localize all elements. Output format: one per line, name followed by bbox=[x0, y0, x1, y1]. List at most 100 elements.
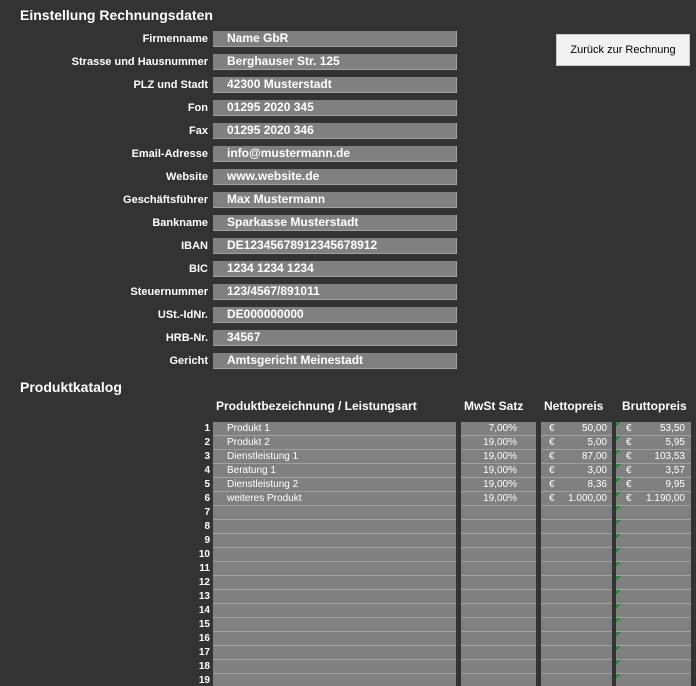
gross-price-cell[interactable] bbox=[616, 590, 691, 604]
product-name-cell[interactable] bbox=[213, 590, 456, 604]
product-name-cell[interactable] bbox=[213, 520, 456, 534]
field-value[interactable]: 01295 2020 345 bbox=[213, 100, 457, 116]
vat-rate-cell[interactable] bbox=[461, 520, 536, 534]
product-name-cell[interactable]: weiteres Produkt bbox=[213, 492, 456, 506]
gross-price-cell[interactable]: €103,53 bbox=[616, 450, 691, 464]
product-name-cell[interactable] bbox=[213, 576, 456, 590]
formula-warning-icon bbox=[616, 660, 621, 665]
settings-row: Website www.website.de bbox=[0, 168, 460, 186]
back-to-invoice-button[interactable]: Zurück zur Rechnung bbox=[556, 34, 690, 66]
vat-rate-cell[interactable]: 19,00% bbox=[461, 464, 536, 478]
vat-rate-cell[interactable] bbox=[461, 618, 536, 632]
product-name-cell[interactable]: Produkt 2 bbox=[213, 436, 456, 450]
net-price-cell[interactable]: €8,36 bbox=[541, 478, 612, 492]
vat-rate-cell[interactable]: 19,00% bbox=[461, 478, 536, 492]
net-price-cell[interactable]: €3,00 bbox=[541, 464, 612, 478]
net-price-cell[interactable]: €1.000,00 bbox=[541, 492, 612, 506]
vat-rate-cell[interactable] bbox=[461, 506, 536, 520]
product-name-cell[interactable]: Dienstleistung 2 bbox=[213, 478, 456, 492]
vat-rate-cell[interactable] bbox=[461, 590, 536, 604]
vat-rate-cell[interactable]: 19,00% bbox=[461, 492, 536, 506]
net-price-cell[interactable]: €87,00 bbox=[541, 450, 612, 464]
field-value[interactable]: info@mustermann.de bbox=[213, 146, 457, 162]
product-name-cell[interactable] bbox=[213, 674, 456, 686]
gross-price-cell[interactable] bbox=[616, 548, 691, 562]
net-price-cell[interactable] bbox=[541, 534, 612, 548]
gross-price-cell[interactable] bbox=[616, 618, 691, 632]
gross-amount: 1.190,00 bbox=[646, 493, 685, 504]
gross-price-cell[interactable] bbox=[616, 660, 691, 674]
field-value[interactable]: Berghauser Str. 125 bbox=[213, 54, 457, 70]
gross-price-cell[interactable]: €5,95 bbox=[616, 436, 691, 450]
gross-price-cell[interactable] bbox=[616, 646, 691, 660]
field-value[interactable]: www.website.de bbox=[213, 169, 457, 185]
field-value[interactable]: DE12345678912345678912 bbox=[213, 238, 457, 254]
product-name-cell[interactable] bbox=[213, 660, 456, 674]
product-name-cell[interactable] bbox=[213, 604, 456, 618]
net-price-cell[interactable]: €50,00 bbox=[541, 422, 612, 436]
product-name-cell[interactable] bbox=[213, 632, 456, 646]
field-value[interactable]: 1234 1234 1234 bbox=[213, 261, 457, 277]
vat-rate-cell[interactable] bbox=[461, 632, 536, 646]
net-price-cell[interactable] bbox=[541, 674, 612, 686]
gross-price-cell[interactable] bbox=[616, 632, 691, 646]
vat-rate-cell[interactable] bbox=[461, 646, 536, 660]
net-price-cell[interactable]: €5,00 bbox=[541, 436, 612, 450]
vat-rate-cell[interactable] bbox=[461, 534, 536, 548]
net-price-cell[interactable] bbox=[541, 562, 612, 576]
vat-rate-cell[interactable] bbox=[461, 548, 536, 562]
vat-rate-cell[interactable] bbox=[461, 674, 536, 686]
net-price-cell[interactable] bbox=[541, 604, 612, 618]
field-value[interactable]: 01295 2020 346 bbox=[213, 123, 457, 139]
net-price-cell[interactable] bbox=[541, 576, 612, 590]
gross-price-cell[interactable]: €9,95 bbox=[616, 478, 691, 492]
gross-price-cell[interactable] bbox=[616, 562, 691, 576]
gross-price-cell[interactable]: €3,57 bbox=[616, 464, 691, 478]
vat-rate-cell[interactable]: 7,00% bbox=[461, 422, 536, 436]
field-value[interactable]: Sparkasse Musterstadt bbox=[213, 215, 457, 231]
gross-price-cell[interactable] bbox=[616, 520, 691, 534]
product-name-cell[interactable] bbox=[213, 562, 456, 576]
net-price-cell[interactable] bbox=[541, 548, 612, 562]
net-price-cell[interactable] bbox=[541, 618, 612, 632]
gross-price-cell[interactable]: €1.190,00 bbox=[616, 492, 691, 506]
product-name-cell[interactable]: Dienstleistung 1 bbox=[213, 450, 456, 464]
field-value[interactable]: Name GbR bbox=[213, 31, 457, 47]
net-price-cell[interactable] bbox=[541, 646, 612, 660]
product-name-cell[interactable] bbox=[213, 618, 456, 632]
field-value[interactable]: Amtsgericht Meinestadt bbox=[213, 353, 457, 369]
net-price-cell[interactable] bbox=[541, 632, 612, 646]
vat-rate-cell[interactable] bbox=[461, 562, 536, 576]
net-price-cell[interactable] bbox=[541, 590, 612, 604]
vat-rate-cell[interactable] bbox=[461, 576, 536, 590]
net-price-cell[interactable] bbox=[541, 660, 612, 674]
field-value[interactable]: DE000000000 bbox=[213, 307, 457, 323]
table-row: 3 Dienstleistung 1 19,00% €87,00 €103,53 bbox=[0, 450, 696, 464]
vat-rate-cell[interactable]: 19,00% bbox=[461, 436, 536, 450]
field-value[interactable]: Max Mustermann bbox=[213, 192, 457, 208]
field-value[interactable]: 123/4567/891011 bbox=[213, 284, 457, 300]
gross-price-cell[interactable] bbox=[616, 534, 691, 548]
field-value[interactable]: 42300 Musterstadt bbox=[213, 77, 457, 93]
net-price-cell[interactable] bbox=[541, 520, 612, 534]
table-row: 18 bbox=[0, 660, 696, 674]
product-name-cell[interactable]: Beratung 1 bbox=[213, 464, 456, 478]
field-label: HRB-Nr. bbox=[165, 332, 208, 344]
gross-price-cell[interactable]: €53,50 bbox=[616, 422, 691, 436]
column-header-gross: Bruttopreis bbox=[622, 399, 687, 413]
field-value[interactable]: 34567 bbox=[213, 330, 457, 346]
gross-price-cell[interactable] bbox=[616, 506, 691, 520]
gross-price-cell[interactable] bbox=[616, 576, 691, 590]
gross-price-cell[interactable] bbox=[616, 674, 691, 686]
product-name-cell[interactable] bbox=[213, 646, 456, 660]
vat-rate-cell[interactable] bbox=[461, 604, 536, 618]
product-name-cell[interactable]: Produkt 1 bbox=[213, 422, 456, 436]
vat-rate-cell[interactable]: 19,00% bbox=[461, 450, 536, 464]
gross-price-cell[interactable] bbox=[616, 604, 691, 618]
net-price-cell[interactable] bbox=[541, 506, 612, 520]
table-row: 7 bbox=[0, 506, 696, 520]
product-name-cell[interactable] bbox=[213, 548, 456, 562]
product-name-cell[interactable] bbox=[213, 534, 456, 548]
vat-rate-cell[interactable] bbox=[461, 660, 536, 674]
product-name-cell[interactable] bbox=[213, 506, 456, 520]
